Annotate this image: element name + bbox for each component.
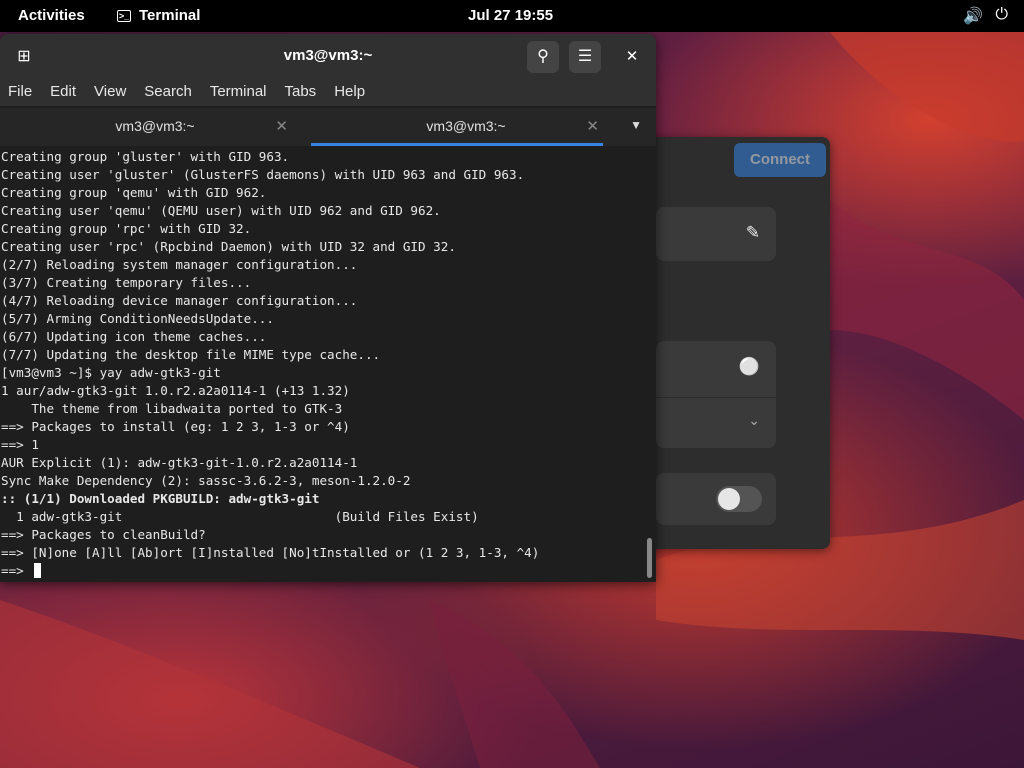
terminal-line: :: (1/1) Downloaded PKGBUILD: adw-gtk3-g… — [1, 491, 320, 506]
terminal-line: Sync Make Dependency (2): sassc-3.6.2-3,… — [1, 473, 411, 488]
tab-list-chevron-icon[interactable]: ▼ — [630, 118, 642, 132]
terminal-line: The theme from libadwaita ported to GTK-… — [1, 401, 343, 416]
terminal-line: (6/7) Updating icon theme caches... — [1, 329, 267, 344]
settings-row-edit[interactable]: ✎ — [656, 207, 776, 261]
terminal-line: Creating group 'gluster' with GID 963. — [1, 149, 290, 164]
speaker-icon: 🔊 — [963, 8, 984, 25]
tab-1[interactable]: vm3@vm3:~ ✕ — [0, 108, 310, 146]
menu-view[interactable]: View — [86, 80, 136, 106]
terminal-line: ==> [N]one [A]ll [Ab]ort [I]nstalled [No… — [1, 545, 540, 560]
menu-tabs[interactable]: Tabs — [277, 80, 327, 106]
terminal-line: (7/7) Updating the desktop file MIME typ… — [1, 347, 381, 362]
terminal-cursor — [34, 563, 42, 578]
scrollbar[interactable] — [647, 538, 652, 578]
tab-bar: vm3@vm3:~ ✕ vm3@vm3:~ ✕ ▼ — [0, 108, 656, 146]
terminal-output[interactable]: Creating group 'gluster' with GID 963. Cr… — [1, 148, 539, 580]
terminal-line: (5/7) Arming ConditionNeedsUpdate... — [1, 311, 274, 326]
terminal-line: AUR Explicit (1): adw-gtk3-git-1.0.r2.a2… — [1, 455, 358, 470]
tab-2[interactable]: vm3@vm3:~ ✕ — [311, 108, 621, 146]
terminal-line: 1 adw-gtk3-git (Build Files Exist) — [1, 509, 479, 524]
menu-file[interactable]: File — [0, 80, 42, 106]
menu-button[interactable]: ☰ — [569, 41, 601, 73]
top-bar: Activities >_ Terminal Jul 27 19:55 🔊 ⏻ — [0, 0, 1024, 32]
terminal-line: Creating user 'rpc' (Rpcbind Daemon) wit… — [1, 239, 456, 254]
terminal-icon: >_ — [117, 9, 131, 22]
search-icon: ⚲ — [537, 48, 549, 65]
terminal-line: (3/7) Creating temporary files... — [1, 275, 252, 290]
menu-bar: File Edit View Search Terminal Tabs Help — [0, 80, 656, 106]
terminal-line: Creating user 'gluster' (GlusterFS daemo… — [1, 167, 525, 182]
app-name: Terminal — [139, 7, 201, 24]
terminal-window[interactable]: ⊞ vm3@vm3:~ ⚲ ☰ ✕ File Edit View Search … — [0, 34, 656, 582]
terminal-line: [vm3@vm3 ~]$ yay adw-gtk3-git — [1, 365, 221, 380]
menu-search[interactable]: Search — [136, 80, 202, 106]
connect-button[interactable]: Connect — [734, 143, 826, 177]
system-menu[interactable]: 🔊 ⏻ — [963, 6, 1008, 26]
lightbulb-icon: ⚪ — [738, 357, 760, 376]
pencil-icon[interactable]: ✎ — [746, 223, 760, 243]
settings-row-dropdown[interactable]: ⌄ — [656, 397, 776, 448]
menu-help[interactable]: Help — [326, 80, 375, 106]
terminal-line: Creating group 'qemu' with GID 962. — [1, 185, 267, 200]
menu-edit[interactable]: Edit — [42, 80, 86, 106]
terminal-line: Creating group 'rpc' with GID 32. — [1, 221, 252, 236]
terminal-line: 1 aur/adw-gtk3-git 1.0.r2.a2a0114-1 (+13… — [1, 383, 350, 398]
terminal-line: ==> 1 — [1, 437, 39, 452]
close-button[interactable]: ✕ — [616, 41, 648, 73]
terminal-line: ==> Packages to install (eg: 1 2 3, 1-3 … — [1, 419, 350, 434]
tab-close-icon[interactable]: ✕ — [275, 117, 288, 135]
power-icon: ⏻ — [995, 6, 1008, 23]
terminal-line: Creating user 'qemu' (QEMU user) with UI… — [1, 203, 441, 218]
chevron-down-icon[interactable]: ⌄ — [748, 412, 760, 429]
settings-row-bulb[interactable]: ⚪ — [656, 341, 776, 397]
tab-close-icon[interactable]: ✕ — [586, 117, 599, 135]
terminal-content[interactable]: Creating group 'gluster' with GID 963. Cr… — [0, 146, 656, 582]
settings-row-toggle — [656, 473, 776, 525]
hamburger-icon: ☰ — [577, 48, 593, 65]
activities-button[interactable]: Activities — [18, 7, 85, 24]
settings-window[interactable]: Connect ✎ ⚪ ⌄ — [640, 137, 830, 549]
clock[interactable]: Jul 27 19:55 — [468, 7, 553, 24]
terminal-line: (2/7) Reloading system manager configura… — [1, 257, 358, 272]
close-icon: ✕ — [625, 48, 639, 65]
terminal-titlebar[interactable]: ⊞ vm3@vm3:~ ⚲ ☰ ✕ — [0, 34, 656, 80]
toggle-knob — [718, 488, 740, 510]
toggle-switch[interactable] — [716, 486, 762, 512]
menu-terminal[interactable]: Terminal — [202, 80, 277, 106]
app-menu[interactable]: >_ Terminal — [117, 7, 200, 24]
tab-label: vm3@vm3:~ — [426, 118, 506, 134]
tab-label: vm3@vm3:~ — [115, 118, 195, 134]
terminal-line: ==> — [1, 562, 539, 580]
search-button[interactable]: ⚲ — [527, 41, 559, 73]
terminal-line: ==> Packages to cleanBuild? — [1, 527, 206, 542]
terminal-line: (4/7) Reloading device manager configura… — [1, 293, 358, 308]
